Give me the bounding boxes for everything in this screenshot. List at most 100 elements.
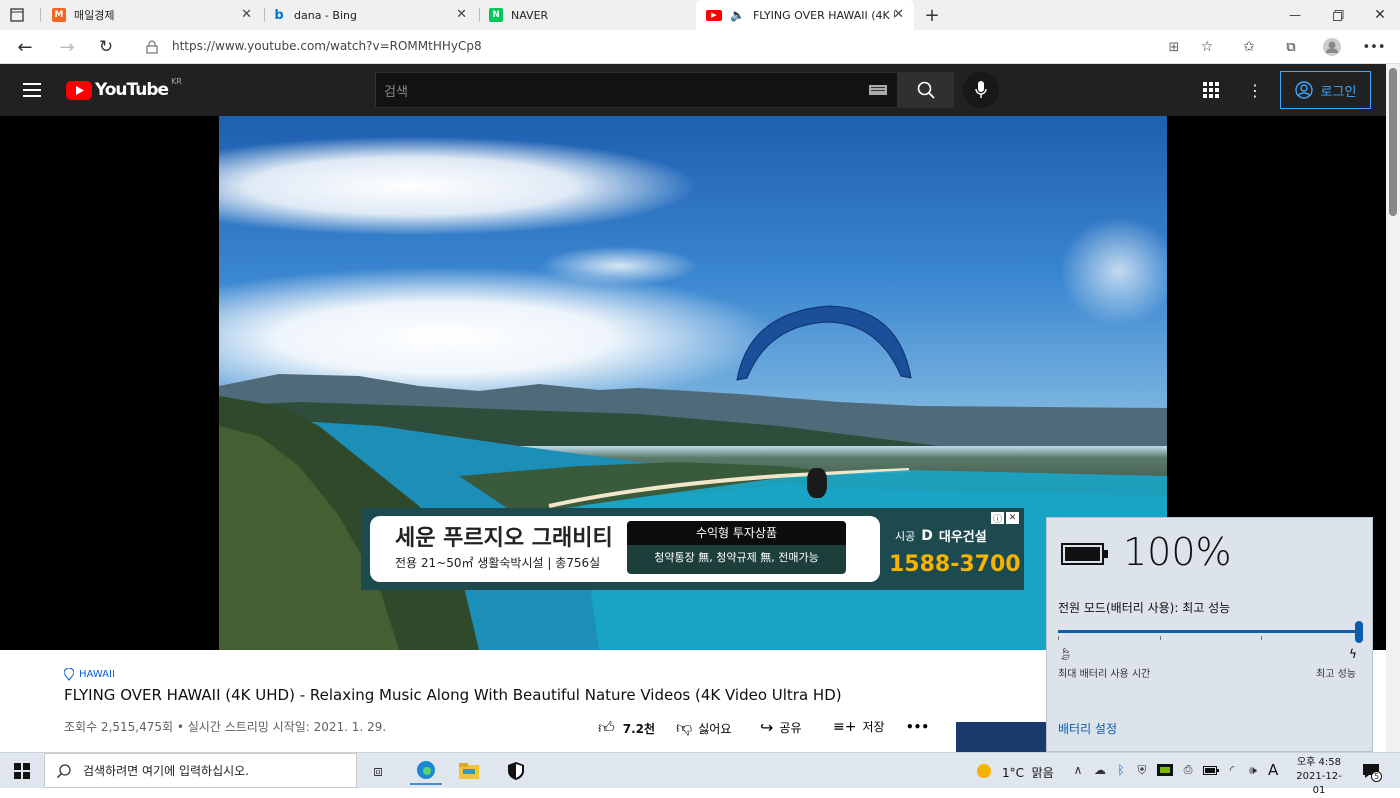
login-label: 로그인 (1320, 84, 1357, 100)
nvidia-icon[interactable] (1156, 762, 1174, 778)
forward-icon[interactable]: → (56, 37, 78, 58)
collections-icon[interactable]: ⧉ (1282, 38, 1300, 56)
weather-sun-icon[interactable] (975, 762, 993, 780)
battery-settings-link[interactable]: 배터리 설정 (1058, 720, 1117, 737)
taskbar-search-box[interactable]: 검색하려면 여기에 입력하십시오. (44, 753, 357, 788)
like-button[interactable]: 👍︎ 7.2천 (598, 718, 655, 738)
share-button[interactable]: ↪ 공유 (760, 718, 802, 737)
power-mode-slider[interactable] (1058, 630, 1363, 633)
hamburger-menu-icon[interactable] (22, 80, 42, 100)
close-icon[interactable]: ✕ (456, 7, 467, 22)
tab-maeil[interactable]: M 매일경제 ✕ (52, 0, 262, 30)
apps-grid-icon[interactable] (1202, 81, 1220, 99)
like-count: 7.2천 (622, 721, 656, 736)
close-icon[interactable]: ✕ (241, 7, 252, 22)
microphone-icon (975, 81, 987, 98)
speaker-icon[interactable]: 🔈 (730, 8, 745, 22)
ad-builder-prefix: 시공 (895, 529, 916, 543)
ad-box-text: 청약통장 無, 청약규제 無, 전매가능 (654, 551, 819, 564)
ad-box-title: 수익형 투자상품 (627, 521, 846, 545)
window-close-icon[interactable]: ✕ (1370, 6, 1390, 24)
paraglider-canopy (736, 305, 912, 381)
camera-icon[interactable]: ⎙ (1180, 762, 1196, 778)
lock-icon[interactable] (144, 38, 160, 56)
bing-favicon: b (274, 7, 284, 23)
wifi-icon[interactable]: ◜ (1224, 762, 1240, 778)
location-pin-icon (64, 668, 74, 681)
thumbs-down-icon: 👎︎ (676, 718, 693, 737)
paraglider-pilot (807, 468, 827, 498)
ad-info-icon[interactable]: ⓘ (991, 512, 1004, 525)
dislike-label: 싫어요 (698, 721, 732, 736)
ad-info-box: 수익형 투자상품 청약통장 無, 청약규제 無, 전매가능 (627, 521, 846, 574)
onedrive-icon[interactable]: ☁ (1092, 762, 1108, 778)
tab-label: NAVER (511, 8, 549, 22)
address-bar-row: ← → ↻ https://www.youtube.com/watch?v=RO… (0, 30, 1400, 64)
related-video-thumbnail[interactable] (956, 722, 1046, 752)
favorites-icon[interactable]: ✩ (1240, 38, 1258, 56)
chevron-up-icon[interactable]: ∧ (1070, 762, 1086, 778)
video-meta: 조회수 2,515,475회 • 실시간 스트리밍 시작일: 2021. 1. … (64, 720, 387, 734)
voice-search-button[interactable] (963, 72, 999, 108)
login-button[interactable]: 로그인 (1280, 71, 1371, 109)
tab-bing[interactable]: b dana - Bing ✕ (272, 0, 477, 30)
daewoo-logo-icon: D (921, 527, 933, 544)
more-actions-button[interactable]: ••• (906, 720, 929, 734)
cloud (1059, 216, 1167, 326)
page-scrollbar[interactable] (1386, 64, 1400, 752)
url-field[interactable]: https://www.youtube.com/watch?v=ROMMtHHy… (172, 39, 482, 53)
ad-phone: 1588-3700 (889, 552, 1021, 577)
security-shield-icon[interactable] (504, 759, 528, 783)
ad-subtitle: 전용 21~50㎡ 생활숙박시설 | 총756실 (395, 556, 601, 570)
windows-start-icon[interactable] (12, 761, 32, 781)
close-icon[interactable]: ✕ (893, 7, 904, 22)
max-battery-label: 최대 배터리 사용 시간 (1058, 669, 1151, 680)
ad-close-icon[interactable]: ✕ (1006, 512, 1019, 524)
add-favorite-icon[interactable]: ☆ (1198, 38, 1216, 56)
logo-text: YouTube (95, 80, 169, 100)
tab-label: FLYING OVER HAWAII (4K U (752, 8, 895, 22)
battery-flyout: 100% 전원 모드(배터리 사용): 최고 성능 🍃︎ ϟ 최대 배터리 사용… (1046, 517, 1373, 752)
battery-tray-icon[interactable] (1202, 762, 1220, 778)
lightning-icon: ϟ (1349, 647, 1357, 661)
minimize-icon[interactable]: — (1285, 6, 1305, 24)
youtube-logo[interactable]: YouTube KR (66, 77, 182, 100)
search-input[interactable]: 검색 (375, 72, 898, 108)
tab-naver[interactable]: N NAVER (489, 0, 694, 30)
scrollbar-thumb[interactable] (1389, 68, 1397, 216)
location-tag[interactable]: HAWAII (64, 668, 115, 681)
app-available-icon[interactable]: ⊞ (1165, 38, 1183, 56)
settings-more-icon[interactable]: ••• (1363, 37, 1386, 57)
battery-icon (1061, 543, 1108, 565)
ad-overlay[interactable]: 세운 푸르지오 그래비티 전용 21~50㎡ 생활숙박시설 | 총756실 수익… (361, 508, 1024, 590)
reload-icon[interactable]: ↻ (95, 37, 117, 57)
keyboard-icon[interactable] (869, 83, 887, 97)
new-tab-icon[interactable]: + (922, 5, 942, 26)
ad-builder: 시공 D 대우건설 (895, 526, 987, 546)
tab-youtube[interactable]: ▶ 🔈 FLYING OVER HAWAII (4K U ✕ (696, 0, 914, 30)
bluetooth-icon[interactable]: ᛒ (1114, 762, 1128, 778)
search-button[interactable] (898, 72, 954, 108)
volume-icon[interactable]: 🕪︎ (1244, 762, 1262, 778)
back-icon[interactable]: ← (14, 37, 36, 58)
notification-icon[interactable]: 5 (1360, 760, 1382, 782)
search-icon (917, 81, 935, 99)
profile-icon[interactable] (1322, 37, 1342, 57)
clock[interactable]: 오후 4:58 2021-12-01 (1290, 756, 1348, 798)
clock-time: 오후 4:58 (1296, 757, 1342, 768)
defender-icon[interactable]: ⛨ (1134, 762, 1150, 778)
save-button[interactable]: ≡+ 저장 (833, 718, 885, 735)
thumbs-up-icon: 👍︎ (598, 718, 615, 737)
slider-thumb[interactable] (1355, 621, 1363, 643)
edge-taskbar-icon[interactable] (410, 757, 442, 785)
dislike-button[interactable]: 👎︎ 싫어요 (676, 718, 731, 738)
maximize-icon[interactable] (1328, 6, 1348, 24)
file-explorer-icon[interactable] (456, 759, 482, 783)
task-view-icon[interactable]: ⧈ (368, 761, 388, 781)
search-icon (57, 763, 71, 778)
weather-text[interactable]: 1°C 맑음 (1002, 764, 1054, 781)
tab-actions-icon[interactable] (8, 6, 26, 24)
playlist-add-icon: ≡+ (833, 718, 857, 735)
ime-indicator[interactable]: A (1268, 761, 1278, 779)
more-vert-icon[interactable]: ⋮ (1246, 80, 1264, 100)
